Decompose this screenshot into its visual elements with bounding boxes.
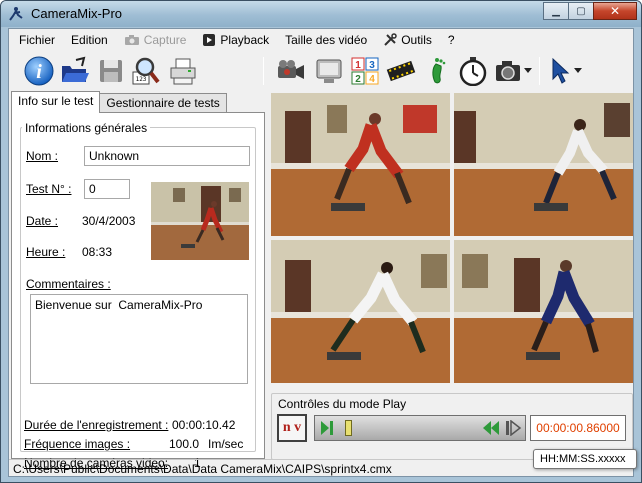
menu-playback-label: Playback bbox=[220, 33, 270, 47]
commentaires-label: Commentaires : bbox=[26, 277, 111, 291]
cursor-icon bbox=[552, 57, 570, 84]
go-start-icon[interactable] bbox=[318, 420, 334, 436]
heure-value: 08:33 bbox=[82, 245, 113, 259]
monitor-button[interactable] bbox=[313, 55, 345, 87]
svg-text:123: 123 bbox=[136, 76, 147, 83]
camera-view-4[interactable] bbox=[454, 240, 633, 383]
tab-info-test[interactable]: Info sur le test bbox=[11, 91, 101, 113]
grid-numbers-icon: 1 3 2 4 bbox=[351, 57, 379, 85]
toolbar-separator bbox=[263, 57, 264, 85]
app-icon bbox=[9, 7, 23, 21]
svg-text:1: 1 bbox=[355, 60, 361, 71]
save-button[interactable] bbox=[95, 55, 127, 87]
camera-small-icon bbox=[124, 35, 139, 45]
play-controls-title: Contrôles du mode Play bbox=[278, 397, 407, 411]
chevron-down-icon bbox=[524, 68, 532, 73]
playback-slider[interactable] bbox=[314, 415, 526, 441]
step-back-icon[interactable] bbox=[481, 420, 501, 436]
heure-label: Heure : bbox=[26, 245, 66, 259]
maximize-button[interactable]: ▢ bbox=[568, 2, 594, 20]
slider-thumb[interactable] bbox=[345, 420, 352, 436]
snapshot-dropdown[interactable] bbox=[521, 55, 535, 87]
multi-view-button[interactable]: 1 3 2 4 bbox=[349, 55, 381, 87]
group-title: Informations générales bbox=[22, 121, 151, 135]
footprint-button[interactable] bbox=[423, 55, 455, 87]
open-folder-button[interactable] bbox=[59, 55, 91, 87]
menu-fichier[interactable]: Fichier bbox=[11, 30, 63, 50]
nom-input[interactable] bbox=[84, 146, 250, 166]
menu-capture-label: Capture bbox=[143, 33, 187, 47]
menu-taille-video[interactable]: Taille des vidéo bbox=[277, 30, 375, 50]
printer-icon bbox=[170, 58, 196, 85]
frequence-value: 100.0 bbox=[169, 437, 200, 451]
svg-text:i: i bbox=[36, 61, 42, 83]
footprint-icon bbox=[432, 58, 446, 84]
duree-value: 00:00:10.42 bbox=[172, 418, 236, 432]
info-button[interactable]: i bbox=[23, 55, 55, 87]
svg-text:3: 3 bbox=[369, 60, 375, 71]
monitor-icon bbox=[316, 59, 342, 83]
commentaires-textarea[interactable]: Bienvenue sur CameraMix-Pro bbox=[30, 294, 248, 384]
svg-text:2: 2 bbox=[355, 74, 361, 85]
chevron-down-icon bbox=[574, 68, 582, 73]
close-button[interactable]: ✕ bbox=[593, 2, 637, 20]
title-bar[interactable]: CameraMix-Pro ▁ ▢ ✕ bbox=[1, 1, 641, 27]
open-folder-icon bbox=[62, 56, 89, 82]
menu-bar: Fichier Edition Capture Playback Taille … bbox=[9, 29, 633, 51]
frequence-unit: Im/sec bbox=[208, 437, 244, 451]
date-value: 30/4/2003 bbox=[82, 214, 136, 228]
pointer-dropdown[interactable] bbox=[571, 55, 585, 87]
svg-text:4: 4 bbox=[369, 74, 375, 85]
camera-view-1[interactable] bbox=[271, 93, 450, 236]
menu-outils[interactable]: Outils bbox=[375, 30, 440, 50]
video-camera-icon bbox=[278, 60, 304, 79]
window-title: CameraMix-Pro bbox=[31, 6, 123, 21]
playback-icon bbox=[203, 34, 216, 46]
client-area: Fichier Edition Capture Playback Taille … bbox=[8, 28, 634, 477]
tools-icon bbox=[384, 33, 397, 46]
stopwatch-icon bbox=[459, 57, 487, 86]
nom-label: Nom : bbox=[26, 149, 59, 163]
test-number-label: Test N° : bbox=[26, 182, 72, 196]
menu-outils-label: Outils bbox=[401, 33, 432, 47]
minimize-button[interactable]: ▁ bbox=[543, 2, 569, 20]
info-panel: Informations générales Nom : Test N° : D… bbox=[11, 112, 265, 470]
time-display[interactable]: 00:00:00.86000 bbox=[530, 415, 626, 441]
stopwatch-button[interactable] bbox=[457, 55, 489, 87]
test-thumbnail-image bbox=[151, 182, 249, 260]
frequence-label: Fréquence images : bbox=[24, 437, 131, 451]
nv-button[interactable]: n v bbox=[277, 414, 307, 442]
camera-view-2[interactable] bbox=[454, 93, 633, 236]
app-window: CameraMix-Pro ▁ ▢ ✕ Fichier Edition Capt… bbox=[0, 0, 642, 483]
step-forward-icon[interactable] bbox=[505, 420, 523, 436]
menu-help[interactable]: ? bbox=[440, 30, 463, 50]
test-number-input[interactable] bbox=[84, 179, 130, 199]
toolbar: i 123 1 3 2 4 bbox=[9, 51, 633, 91]
print-button[interactable] bbox=[167, 55, 199, 87]
duree-label: Durée de l'enregistrement : bbox=[24, 418, 169, 432]
menu-capture[interactable]: Capture bbox=[116, 30, 195, 50]
tab-gestionnaire-tests[interactable]: Gestionnaire de tests bbox=[99, 93, 227, 113]
camera-view-3[interactable] bbox=[271, 240, 450, 383]
floppy-icon bbox=[100, 60, 122, 82]
film-button[interactable] bbox=[385, 55, 417, 87]
date-label: Date : bbox=[26, 214, 59, 228]
info-icon: i bbox=[24, 56, 54, 86]
toolbar-separator bbox=[539, 57, 540, 85]
capture-camera-button[interactable] bbox=[275, 55, 307, 87]
menu-playback[interactable]: Playback bbox=[194, 30, 277, 50]
menu-edition[interactable]: Edition bbox=[63, 30, 116, 50]
photo-camera-icon bbox=[496, 61, 520, 81]
tab-strip: Info sur le test Gestionnaire de tests bbox=[11, 91, 227, 113]
video-grid bbox=[271, 93, 633, 383]
time-format-tooltip: HH:MM:SS.xxxxx bbox=[533, 449, 637, 469]
magnifier-icon: 123 bbox=[132, 57, 160, 85]
film-strip-icon bbox=[386, 60, 416, 82]
search-button[interactable]: 123 bbox=[129, 55, 161, 87]
